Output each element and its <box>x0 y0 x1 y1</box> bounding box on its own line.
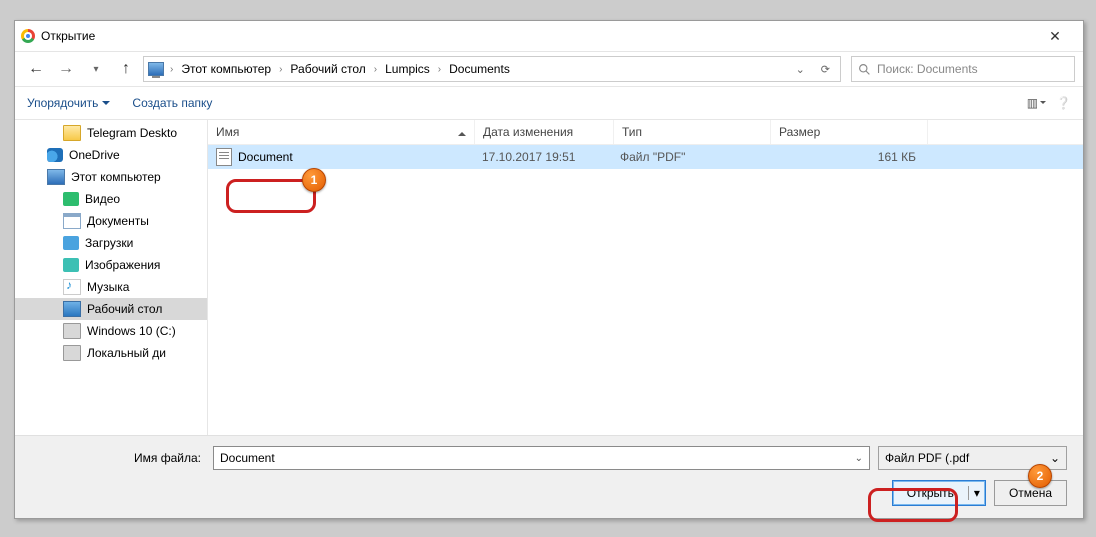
open-dialog: Открытие ✕ ← → ▾ ↑ › Этот компьютер › Ра… <box>14 20 1084 519</box>
up-button[interactable]: ↑ <box>113 56 139 82</box>
column-headers: Имя Дата изменения Тип Размер <box>208 120 1083 145</box>
sidebar-item[interactable]: Рабочий стол <box>15 298 207 320</box>
open-dropdown[interactable]: ▾ <box>969 486 985 500</box>
address-dropdown[interactable]: ⌄ <box>790 63 811 76</box>
chevron-down-icon <box>102 101 110 109</box>
drive-icon <box>63 323 81 339</box>
nav-row: ← → ▾ ↑ › Этот компьютер › Рабочий стол … <box>15 52 1083 86</box>
sidebar: Telegram Deskto OneDrive Этот компьютер Вид… <box>15 120 208 435</box>
chevron-down-icon <box>1040 101 1046 107</box>
back-button[interactable]: ← <box>23 56 49 82</box>
view-button[interactable]: ▥ <box>1027 96 1046 110</box>
column-date[interactable]: Дата изменения <box>475 120 614 144</box>
pc-icon <box>47 169 65 185</box>
sidebar-item-label: Этот компьютер <box>71 170 161 184</box>
sidebar-item[interactable]: Этот компьютер <box>15 166 207 188</box>
video-icon <box>63 192 79 206</box>
sidebar-item-label: Рабочий стол <box>87 302 162 316</box>
column-name[interactable]: Имя <box>208 120 475 144</box>
breadcrumb-item[interactable]: Lumpics <box>383 60 432 78</box>
recent-dropdown[interactable]: ▾ <box>83 56 109 82</box>
sidebar-item[interactable]: Изображения <box>15 254 207 276</box>
refresh-button[interactable]: ⟳ <box>815 63 836 76</box>
chevron-right-icon: › <box>168 64 175 75</box>
file-size: 161 КБ <box>768 150 924 164</box>
titlebar: Открытие ✕ <box>15 21 1083 52</box>
file-name: Document <box>238 150 293 164</box>
help-button[interactable]: ❔ <box>1056 96 1071 110</box>
sidebar-item-label: Загрузки <box>85 236 133 250</box>
column-type[interactable]: Тип <box>614 120 771 144</box>
file-date: 17.10.2017 19:51 <box>474 150 612 164</box>
breadcrumb-item[interactable]: Этот компьютер <box>179 60 273 78</box>
drive-icon <box>63 345 81 361</box>
filename-label: Имя файла: <box>31 451 205 465</box>
chrome-icon <box>21 29 35 43</box>
img-icon <box>63 258 79 272</box>
address-bar[interactable]: › Этот компьютер › Рабочий стол › Lumpic… <box>143 56 841 82</box>
sidebar-item-label: Windows 10 (C:) <box>87 324 176 338</box>
breadcrumb-item[interactable]: Рабочий стол <box>288 60 367 78</box>
sidebar-item[interactable]: Документы <box>15 210 207 232</box>
folder-icon <box>63 125 81 141</box>
chevron-down-icon: ⌄ <box>1050 451 1060 465</box>
sidebar-item-label: Видео <box>85 192 120 206</box>
sidebar-item-label: Документы <box>87 214 149 228</box>
open-button[interactable]: Открыть ▾ <box>892 480 986 506</box>
window-title: Открытие <box>41 29 1033 43</box>
file-list: Имя Дата изменения Тип Размер Document 17… <box>208 120 1083 435</box>
file-type: Файл "PDF" <box>612 150 768 164</box>
chevron-right-icon: › <box>436 64 443 75</box>
close-button[interactable]: ✕ <box>1033 21 1077 51</box>
forward-button[interactable]: → <box>53 56 79 82</box>
footer: Имя файла: Document ⌄ Файл PDF (.pdf ⌄ О… <box>15 435 1083 518</box>
file-row[interactable]: Document 17.10.2017 19:51Файл "PDF"161 КБ <box>208 145 1083 169</box>
sidebar-item-label: Локальный ди <box>87 346 166 360</box>
toolbar: Упорядочить Создать папку ▥ ❔ <box>15 86 1083 120</box>
new-folder-button[interactable]: Создать папку <box>132 96 212 110</box>
sidebar-item[interactable]: Telegram Deskto <box>15 122 207 144</box>
organize-menu[interactable]: Упорядочить <box>27 96 110 110</box>
sidebar-item-label: Музыка <box>87 280 129 294</box>
search-placeholder: Поиск: Documents <box>877 62 978 76</box>
column-size[interactable]: Размер <box>771 120 928 144</box>
search-icon <box>858 63 871 76</box>
desktop-icon <box>63 301 81 317</box>
badge-2: 2 <box>1028 464 1052 488</box>
chevron-down-icon[interactable]: ⌄ <box>855 453 863 464</box>
sidebar-item-label: Изображения <box>85 258 160 272</box>
filename-input[interactable]: Document ⌄ <box>213 446 870 470</box>
sidebar-item-label: OneDrive <box>69 148 120 162</box>
sort-asc-icon <box>458 128 466 136</box>
chevron-right-icon: › <box>372 64 379 75</box>
music-icon <box>63 279 81 295</box>
sidebar-item[interactable]: Видео <box>15 188 207 210</box>
chevron-right-icon: › <box>277 64 284 75</box>
sidebar-item[interactable]: Windows 10 (C:) <box>15 320 207 342</box>
dl-icon <box>63 236 79 250</box>
badge-1: 1 <box>302 168 326 192</box>
doc-icon <box>63 213 81 229</box>
sidebar-item[interactable]: Загрузки <box>15 232 207 254</box>
onedrive-icon <box>47 148 63 162</box>
search-input[interactable]: Поиск: Documents <box>851 56 1075 82</box>
sidebar-item-label: Telegram Deskto <box>87 126 177 140</box>
pc-icon <box>148 62 164 76</box>
sidebar-item[interactable]: Локальный ди <box>15 342 207 364</box>
breadcrumb-item[interactable]: Documents <box>447 60 512 78</box>
sidebar-item[interactable]: OneDrive <box>15 144 207 166</box>
file-icon <box>216 148 232 166</box>
sidebar-item[interactable]: Музыка <box>15 276 207 298</box>
